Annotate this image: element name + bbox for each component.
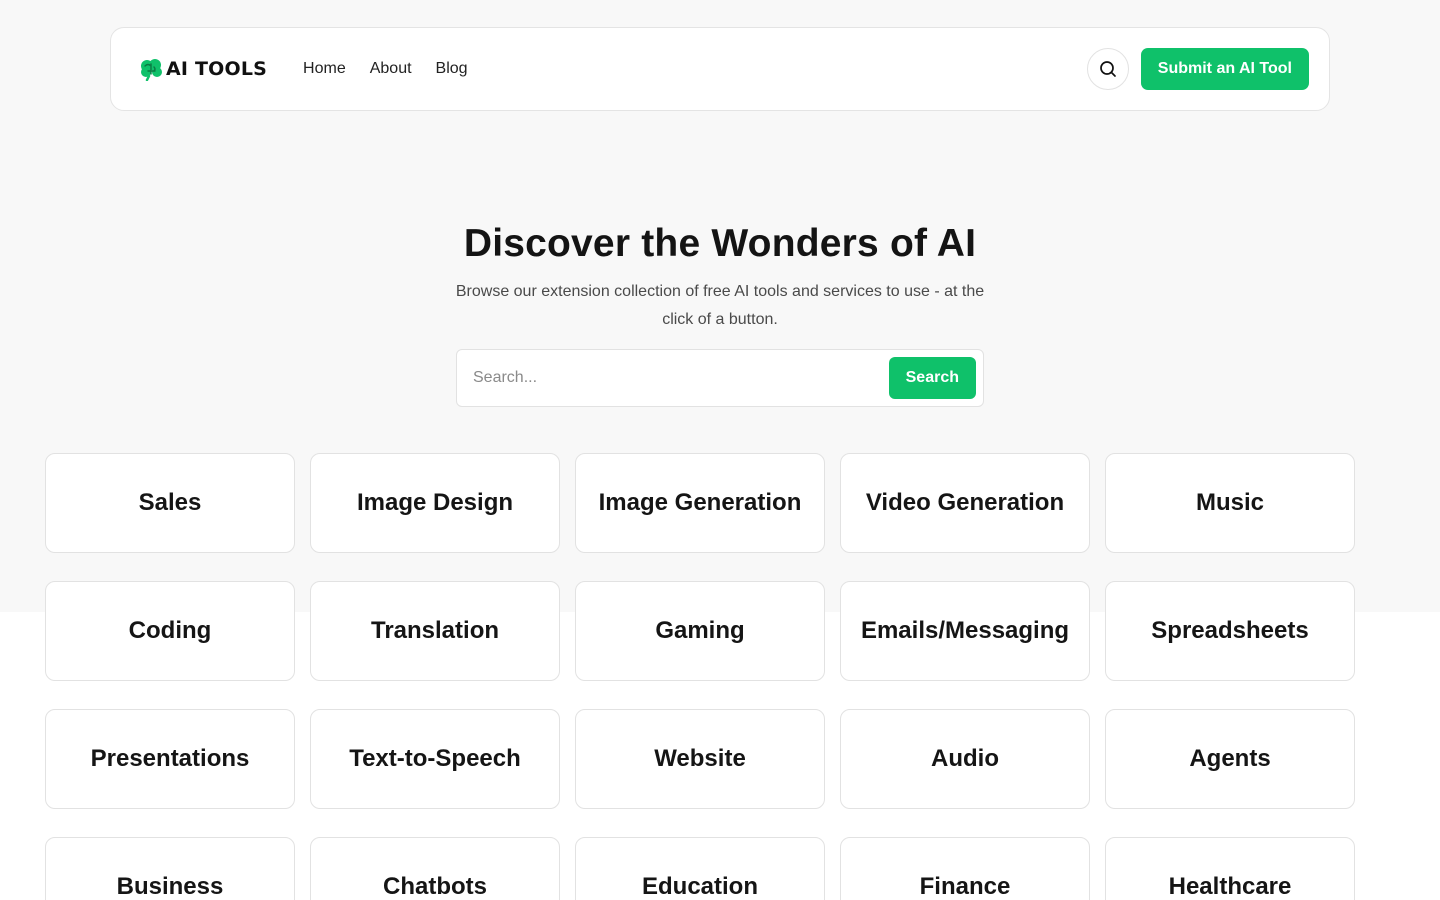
category-label: Audio [931,745,999,772]
category-card-image-generation[interactable]: Image Generation [575,453,825,553]
category-grid: Sales Image Design Image Generation Vide… [45,453,1355,900]
category-card-spreadsheets[interactable]: Spreadsheets [1105,581,1355,681]
category-label: Presentations [90,745,250,772]
category-label: Image Generation [598,489,802,516]
nav-home[interactable]: Home [303,60,346,78]
category-card-healthcare[interactable]: Healthcare [1105,837,1355,900]
category-card-website[interactable]: Website [575,709,825,809]
category-card-video-generation[interactable]: Video Generation [840,453,1090,553]
logo[interactable]: AI TOOLS [138,57,267,81]
page: AI TOOLS Home About Blog Submit an AI To… [0,0,1440,900]
category-label: Emails/Messaging [860,617,1070,644]
category-label: Music [1195,489,1264,516]
search-input[interactable] [473,369,889,387]
category-card-coding[interactable]: Coding [45,581,295,681]
category-card-emails-messaging[interactable]: Emails/Messaging [840,581,1090,681]
category-card-education[interactable]: Education [575,837,825,900]
hero-subtitle: Browse our extension collection of free … [455,283,985,328]
category-card-image-design[interactable]: Image Design [310,453,560,553]
header-actions: Submit an AI Tool [1086,48,1309,90]
category-card-translation[interactable]: Translation [310,581,560,681]
hero-search-box: Search [456,349,984,407]
logo-text: AI TOOLS [166,58,268,80]
submit-tool-button[interactable]: Submit an AI Tool [1140,48,1309,90]
category-label: Sales [138,489,202,516]
category-label: Chatbots [383,873,487,900]
search-icon [1099,61,1116,77]
site-header: AI TOOLS Home About Blog Submit an AI To… [110,27,1330,111]
category-label: Business [116,873,224,900]
category-card-agents[interactable]: Agents [1105,709,1355,809]
header-search-button[interactable] [1086,48,1129,90]
nav-about[interactable]: About [370,60,412,78]
category-card-gaming[interactable]: Gaming [575,581,825,681]
search-button[interactable]: Search [888,357,976,399]
category-card-finance[interactable]: Finance [840,837,1090,900]
category-label: Website [654,745,746,772]
hero-title: Discover the Wonders of AI [463,222,977,265]
category-card-business[interactable]: Business [45,837,295,900]
category-card-text-to-speech[interactable]: Text-to-Speech [310,709,560,809]
category-card-audio[interactable]: Audio [840,709,1090,809]
category-card-presentations[interactable]: Presentations [45,709,295,809]
category-label: Finance [919,873,1011,900]
category-label: Coding [128,617,212,644]
category-label: Education [641,873,758,900]
category-label: Healthcare [1168,873,1292,900]
category-label: Spreadsheets [1151,617,1309,644]
category-label: Agents [1189,745,1271,772]
main-nav: Home About Blog [303,60,468,78]
nav-blog[interactable]: Blog [436,60,468,78]
category-label: Text-to-Speech [349,745,521,772]
category-label: Gaming [655,617,745,644]
brain-logo-icon [141,59,162,81]
category-card-sales[interactable]: Sales [45,453,295,553]
category-card-music[interactable]: Music [1105,453,1355,553]
category-label: Video Generation [865,489,1065,516]
category-label: Translation [370,617,500,644]
category-label: Image Design [356,489,514,516]
category-card-chatbots[interactable]: Chatbots [310,837,560,900]
